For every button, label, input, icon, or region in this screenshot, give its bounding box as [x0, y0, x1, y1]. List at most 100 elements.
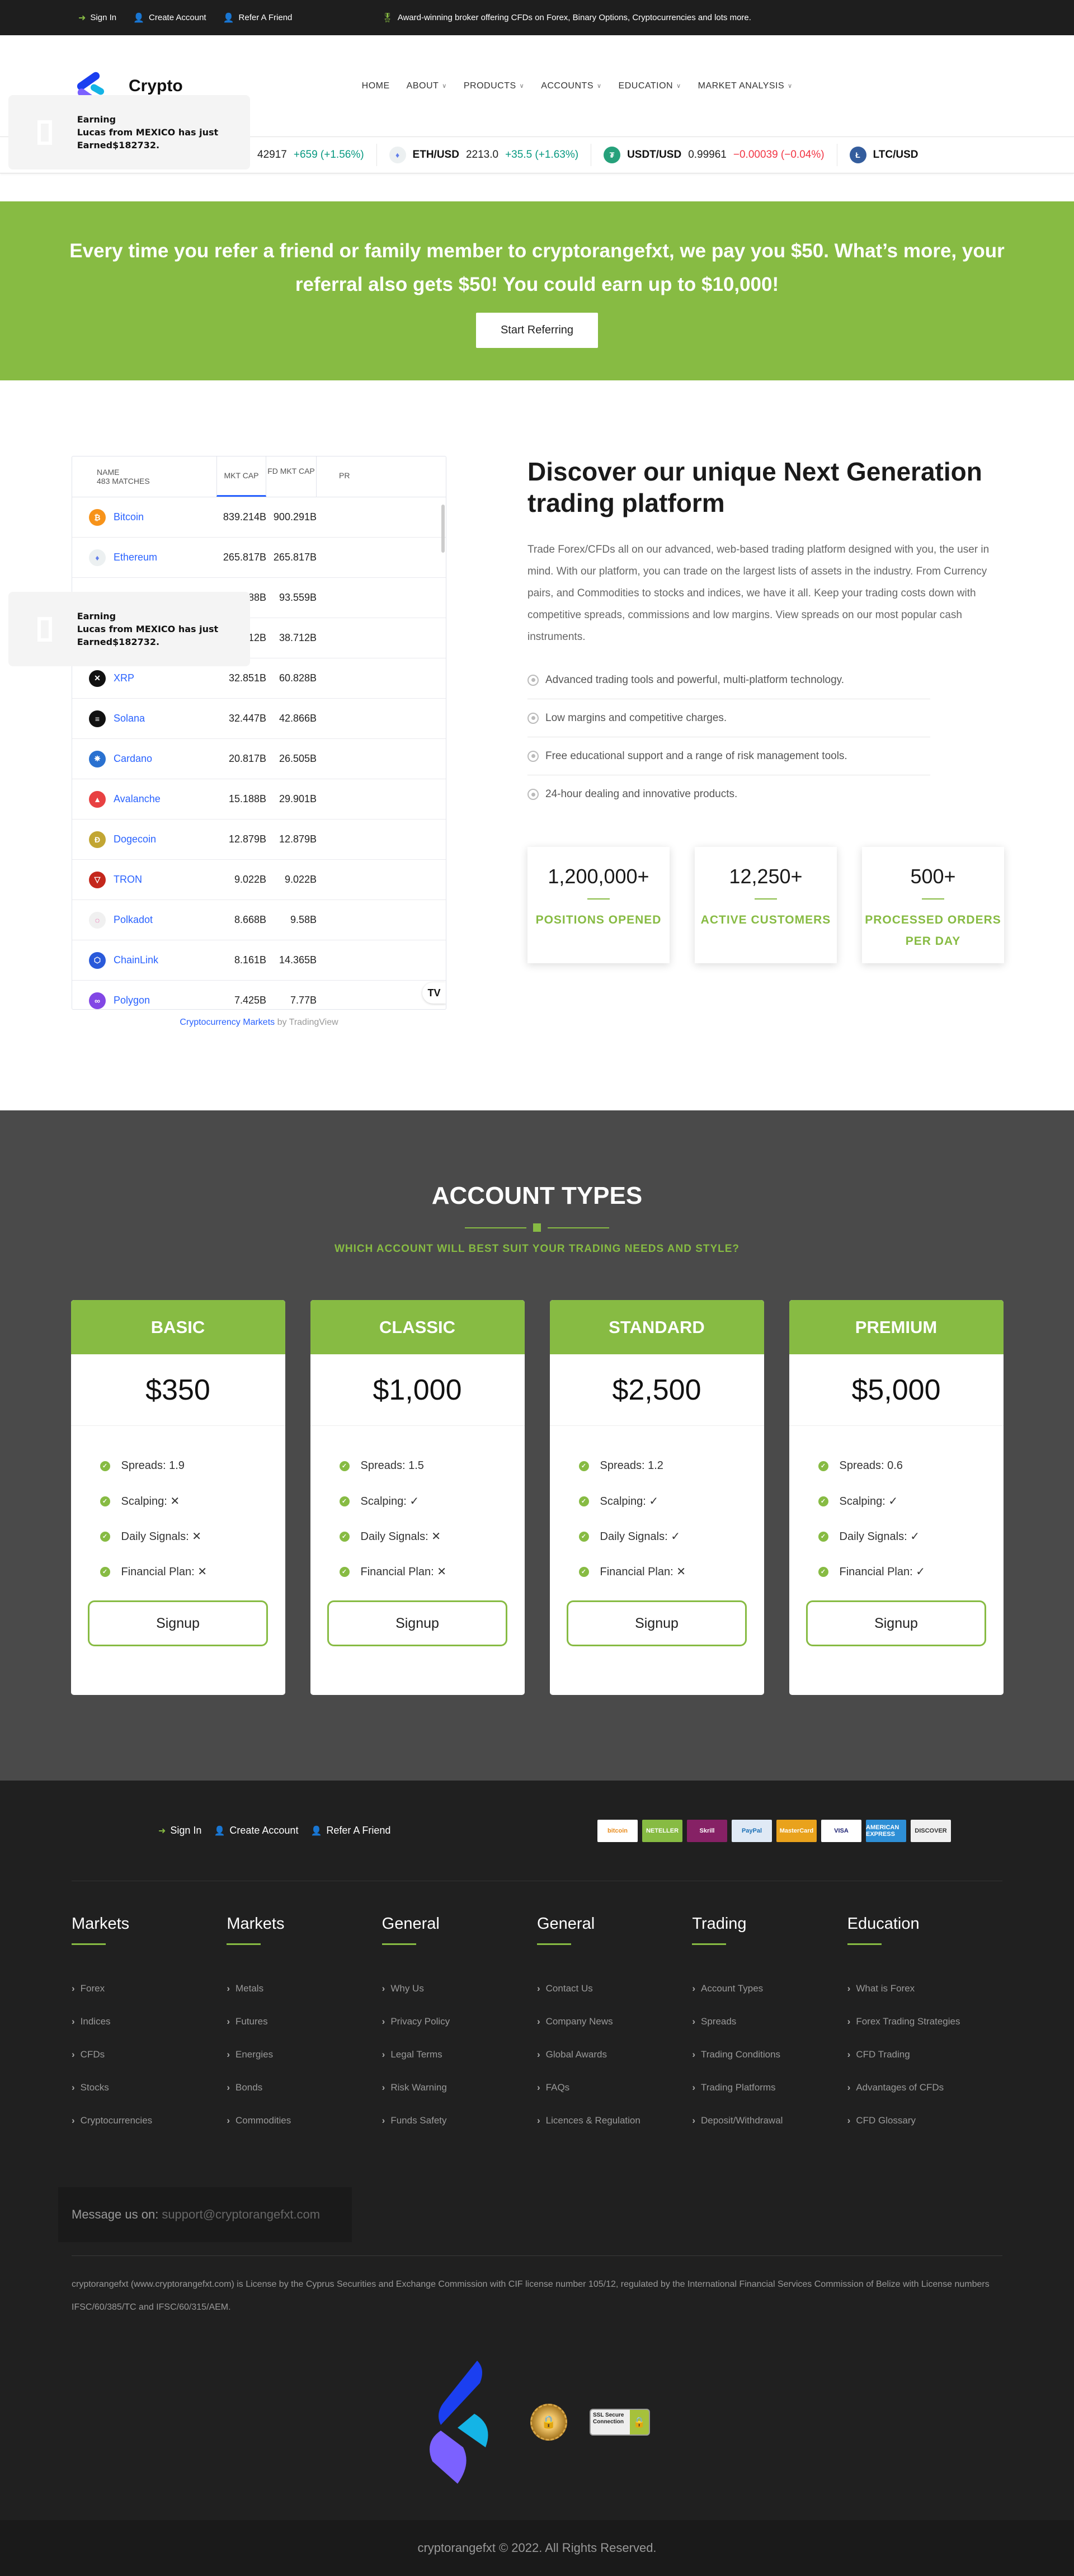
signup-button[interactable]: Signup	[88, 1600, 268, 1646]
footer-link[interactable]: › Stocks	[72, 2071, 227, 2104]
fd-mktcap-column-header[interactable]: FD MKT CAP	[266, 456, 317, 497]
footer-link[interactable]: › Deposit/Withdrawal	[692, 2104, 847, 2137]
coin-name-cell[interactable]: ≡ Solana	[72, 710, 216, 727]
footer-refer-friend-link[interactable]: 👤 Refer A Friend	[310, 1825, 390, 1836]
table-row[interactable]: ♦ Ethereum 265.817B 265.817B	[72, 538, 446, 578]
coin-name-cell[interactable]: ▲ Avalanche	[72, 790, 216, 808]
price-column-header[interactable]: PR	[317, 456, 350, 497]
coin-name-cell[interactable]: ✕ XRP	[72, 670, 216, 687]
footer-link[interactable]: › Trading Conditions	[692, 2038, 847, 2071]
coin-name-cell[interactable]: ₿ Bitcoin	[72, 508, 216, 526]
footer-link[interactable]: › Account Types	[692, 1972, 847, 2005]
nav-about[interactable]: ABOUT ∨	[407, 81, 447, 91]
table-row[interactable]: ≡ Solana 32.447B 42.866B	[72, 699, 446, 739]
nav-accounts[interactable]: ACCOUNTS ∨	[541, 81, 601, 91]
crypto-market-table[interactable]: NAME 483 MATCHES MKT CAP FD MKT CAP PR ₿ B…	[72, 456, 446, 1010]
signup-button[interactable]: Signup	[327, 1600, 507, 1646]
tradingview-logo-icon[interactable]: TV	[422, 982, 446, 1004]
footer-link[interactable]: › Bonds	[227, 2071, 381, 2104]
footer-link[interactable]: › Forex	[72, 1972, 227, 2005]
coin-name[interactable]: Ethereum	[114, 552, 157, 563]
signup-button[interactable]: Signup	[806, 1600, 986, 1646]
coin-name[interactable]: Avalanche	[114, 793, 161, 805]
footer-link[interactable]: › Metals	[227, 1972, 381, 2005]
coin-name-cell[interactable]: ∞ Polygon	[72, 992, 216, 1009]
ticker-change: +659 (+1.56%)	[293, 149, 364, 161]
chevron-right-icon: ›	[536, 2015, 540, 2027]
table-row[interactable]: ⬡ ChainLink 8.161B 14.365B	[72, 940, 446, 981]
footer-link[interactable]: › Risk Warning	[382, 2071, 537, 2104]
name-column-header[interactable]: NAME 483 MATCHES	[72, 456, 216, 497]
footer-link[interactable]: › Legal Terms	[382, 2038, 537, 2071]
sign-in-link[interactable]: ➜ Sign In	[78, 12, 116, 23]
signup-button[interactable]: Signup	[567, 1600, 747, 1646]
footer-link[interactable]: › Advantages of CFDs	[847, 2071, 1002, 2104]
nav-products[interactable]: PRODUCTS ∨	[464, 81, 524, 91]
footer-link-label: Commodities	[235, 2115, 291, 2126]
footer-link[interactable]: › What is Forex	[847, 1972, 1002, 2005]
earning-toast[interactable]: Earning Lucas from MEXICO has just Earned…	[8, 592, 250, 666]
footer-link[interactable]: › Global Awards	[537, 2038, 692, 2071]
footer-link[interactable]: › Company News	[537, 2005, 692, 2038]
coin-name-cell[interactable]: ✵ Cardano	[72, 750, 216, 767]
plan-feature: ✓ Financial Plan: ✕	[578, 1554, 764, 1589]
table-row[interactable]: ◌ Polkadot 8.668B 9.58B	[72, 900, 446, 940]
footer-link[interactable]: › CFD Glossary	[847, 2104, 1002, 2137]
coin-name-cell[interactable]: ⬡ ChainLink	[72, 952, 216, 969]
mkt-cap-cell: 9.022B	[234, 874, 266, 885]
ticker-item-usdt[interactable]: ₮ USDT/USD 0.99961 −0.00039 (−0.04%)	[591, 144, 837, 166]
coin-name[interactable]: XRP	[114, 672, 134, 684]
support-email-link[interactable]: support@cryptorangefxt.com	[162, 2207, 320, 2222]
coin-name[interactable]: Dogecoin	[114, 833, 156, 845]
ticker-item-eth[interactable]: ♦ ETH/USD 2213.0 +35.5 (+1.63%)	[377, 144, 592, 166]
start-referring-button[interactable]: Start Referring	[475, 312, 599, 348]
nav-education[interactable]: EDUCATION ∨	[619, 81, 681, 91]
table-row[interactable]: Ð Dogecoin 12.879B 12.879B	[72, 820, 446, 860]
footer-link[interactable]: › Privacy Policy	[382, 2005, 537, 2038]
coin-name[interactable]: ChainLink	[114, 954, 158, 966]
create-account-link[interactable]: 👤 Create Account	[133, 12, 206, 23]
mktcap-column-header[interactable]: MKT CAP	[216, 456, 266, 497]
footer-sign-in-link[interactable]: ➜ Sign In	[158, 1825, 201, 1836]
coin-name-cell[interactable]: ▽ TRON	[72, 871, 216, 888]
footer-link[interactable]: › Energies	[227, 2038, 381, 2071]
nav-market-analysis[interactable]: MARKET ANALYSIS ∨	[698, 81, 793, 91]
footer-link[interactable]: › Cryptocurrencies	[72, 2104, 227, 2137]
table-row[interactable]: ▲ Avalanche 15.188B 29.901B	[72, 779, 446, 820]
footer-link[interactable]: › CFD Trading	[847, 2038, 1002, 2071]
footer-create-account-link[interactable]: 👤 Create Account	[214, 1825, 298, 1836]
table-row[interactable]: ▽ TRON 9.022B 9.022B	[72, 860, 446, 900]
table-row[interactable]: ✵ Cardano 20.817B 26.505B	[72, 739, 446, 779]
footer-link[interactable]: › Indices	[72, 2005, 227, 2038]
crypto-markets-link[interactable]: Cryptocurrency Markets	[180, 1018, 275, 1027]
footer-link[interactable]: › Commodities	[227, 2104, 381, 2137]
coin-name-cell[interactable]: ♦ Ethereum	[72, 549, 216, 566]
footer-link[interactable]: › Futures	[227, 2005, 381, 2038]
coin-name[interactable]: Polkadot	[114, 914, 153, 926]
table-row[interactable]: ₿ Bitcoin 839.214B 900.291B	[72, 497, 446, 538]
coin-name[interactable]: TRON	[114, 874, 142, 886]
refer-friend-link[interactable]: 👤 Refer A Friend	[223, 12, 293, 23]
footer-link[interactable]: › Licences & Regulation	[537, 2104, 692, 2137]
coin-name[interactable]: Polygon	[114, 995, 150, 1006]
table-scrollbar[interactable]	[441, 505, 445, 553]
coin-name[interactable]: Cardano	[114, 753, 152, 765]
footer-link[interactable]: › Forex Trading Strategies	[847, 2005, 1002, 2038]
coin-name[interactable]: Solana	[114, 713, 145, 724]
footer-link[interactable]: › Spreads	[692, 2005, 847, 2038]
nav-home[interactable]: HOME	[362, 81, 390, 91]
ticker-item-ltc[interactable]: Ł LTC/USD	[837, 144, 931, 166]
footer-link[interactable]: › Contact Us	[537, 1972, 692, 2005]
footer-link[interactable]: › Funds Safety	[382, 2104, 537, 2137]
footer-link[interactable]: › Why Us	[382, 1972, 537, 2005]
plan-feature-text: Daily Signals: ✕	[360, 1530, 441, 1543]
coin-name-cell[interactable]: ◌ Polkadot	[72, 911, 216, 929]
earning-toast[interactable]: Earning Lucas from MEXICO has just Earned…	[8, 95, 250, 169]
coin-name[interactable]: Bitcoin	[114, 511, 144, 523]
footer-link[interactable]: › CFDs	[72, 2038, 227, 2071]
chevron-right-icon: ›	[847, 1982, 851, 1994]
coin-name-cell[interactable]: Ð Dogecoin	[72, 831, 216, 848]
footer-link[interactable]: › FAQs	[537, 2071, 692, 2104]
footer-link[interactable]: › Trading Platforms	[692, 2071, 847, 2104]
table-row[interactable]: ∞ Polygon 7.425B 7.77B	[72, 981, 446, 1009]
